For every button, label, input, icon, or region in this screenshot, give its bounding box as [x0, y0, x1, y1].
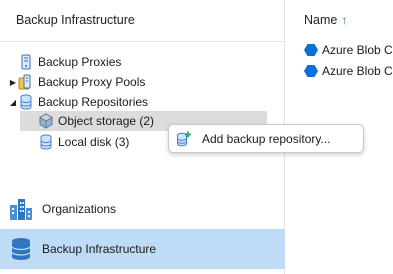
tree-item-label: Backup Repositories: [38, 95, 149, 109]
local-disk-icon: [38, 134, 54, 150]
add-repository-icon: [176, 131, 192, 147]
menu-item-label: Add backup repository...: [202, 131, 331, 146]
tree-item-label: Object storage (2): [58, 114, 155, 128]
menu-item-add-backup-repository[interactable]: Add backup repository...: [169, 125, 363, 152]
tree-item-backup-proxies[interactable]: Backup Proxies: [8, 52, 121, 72]
collapse-arrow-icon[interactable]: ◢: [8, 92, 18, 112]
column-header-label: Name: [304, 13, 338, 27]
expand-arrow-icon[interactable]: ▶: [8, 72, 18, 92]
list-item-label: Azure Blob Co: [322, 43, 393, 57]
azure-hexagon-icon: [304, 65, 318, 77]
tree-item-backup-repositories[interactable]: ◢ Backup Repositories: [8, 92, 148, 112]
tree-item-label: Backup Proxies: [38, 55, 122, 69]
sort-ascending-icon: ↑: [341, 13, 348, 27]
list-item[interactable]: Azure Blob Co: [304, 62, 393, 80]
organizations-icon: [8, 196, 34, 222]
tree-item-label: Local disk (3): [58, 135, 130, 149]
proxy-pool-icon: [18, 74, 34, 90]
tree-item-backup-proxy-pools[interactable]: ▶ Backup Proxy Pools: [8, 72, 145, 92]
object-storage-icon: [38, 113, 54, 129]
repository-icon: [18, 94, 34, 110]
database-icon: [8, 236, 34, 262]
nav-item-organizations[interactable]: Organizations: [0, 189, 285, 229]
tree-item-label: Backup Proxy Pools: [38, 75, 146, 89]
column-header-name[interactable]: Name ↑: [304, 13, 347, 27]
nav-item-label: Organizations: [42, 202, 117, 216]
pane-title: Backup Infrastructure: [16, 13, 135, 27]
list-item[interactable]: Azure Blob Co: [304, 41, 393, 59]
server-icon: [18, 54, 34, 70]
nav-item-backup-infrastructure[interactable]: Backup Infrastructure: [0, 229, 285, 269]
list-item-label: Azure Blob Co: [322, 64, 393, 78]
context-menu: Add backup repository...: [168, 124, 364, 153]
nav-item-label: Backup Infrastructure: [42, 242, 157, 256]
pane-divider: [0, 41, 285, 42]
azure-hexagon-icon: [304, 44, 318, 56]
tree-expander: [8, 52, 18, 72]
tree-item-local-disk[interactable]: Local disk (3): [38, 132, 129, 152]
